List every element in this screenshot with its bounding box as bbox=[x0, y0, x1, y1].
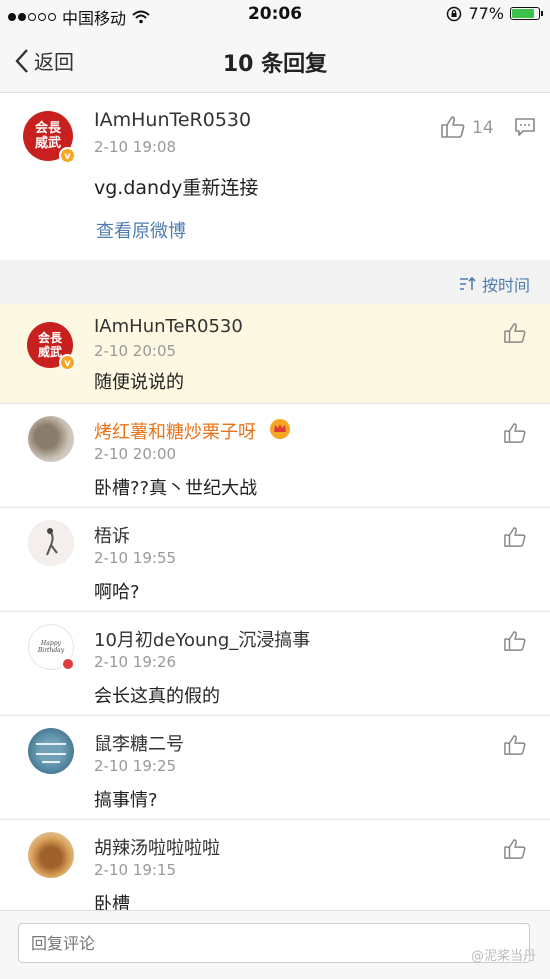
avatar[interactable] bbox=[28, 832, 74, 878]
username[interactable]: 10月初deYoung_沉浸搞事 bbox=[94, 626, 310, 652]
username[interactable]: 胡辣汤啦啦啦啦 bbox=[94, 834, 220, 860]
thumbs-up-icon[interactable] bbox=[440, 115, 466, 139]
timestamp: 2-10 20:00 bbox=[94, 445, 177, 463]
list-item: 会長 威武 v IAmHunTeR0530 2-10 20:05 随便说说的 bbox=[0, 304, 550, 404]
sort-by-time-button[interactable]: 按时间 bbox=[458, 272, 530, 296]
crown-badge-icon bbox=[270, 419, 290, 439]
view-original-link[interactable]: 查看原微博 bbox=[96, 217, 186, 243]
timestamp: 2-10 19:25 bbox=[94, 757, 177, 775]
username[interactable]: 鼠李糖二号 bbox=[94, 730, 184, 756]
thumbs-up-icon[interactable] bbox=[503, 734, 527, 756]
list-item: 胡辣汤啦啦啦啦 2-10 19:15 卧槽 bbox=[0, 820, 550, 910]
thumbs-up-icon[interactable] bbox=[503, 838, 527, 860]
username[interactable]: IAmHunTeR0530 bbox=[94, 109, 251, 131]
timestamp: 2-10 19:55 bbox=[94, 549, 177, 567]
sort-label: 按时间 bbox=[481, 276, 530, 295]
avatar[interactable] bbox=[28, 520, 74, 566]
comment-list: 会長 威武 v IAmHunTeR0530 2-10 20:05 随便说说的 烤红… bbox=[0, 304, 550, 910]
comment-text: 卧槽 bbox=[94, 894, 130, 910]
list-item: 鼠李糖二号 2-10 19:25 搞事情? bbox=[0, 716, 550, 820]
nav-bar: 返回 10 条回复 bbox=[0, 30, 550, 93]
avatar[interactable]: 会長 威武 v bbox=[23, 111, 76, 164]
rotation-lock-icon bbox=[447, 6, 462, 21]
list-item: 烤红薯和糖炒栗子呀 2-10 20:00 卧槽??真丶世纪大战 bbox=[0, 404, 550, 508]
thumbs-up-icon[interactable] bbox=[503, 526, 527, 548]
avatar[interactable] bbox=[28, 416, 74, 462]
battery-icon bbox=[510, 7, 543, 20]
sort-bar: 按时间 bbox=[0, 262, 550, 304]
thumbs-up-icon[interactable] bbox=[503, 322, 527, 344]
member-badge-icon bbox=[61, 657, 75, 671]
timestamp: 2-10 19:26 bbox=[94, 653, 177, 671]
username[interactable]: IAmHunTeR0530 bbox=[94, 316, 243, 337]
avatar[interactable] bbox=[28, 728, 74, 774]
avatar[interactable]: 会長 威武 v bbox=[27, 322, 76, 371]
comment-text: 卧槽??真丶世纪大战 bbox=[94, 478, 258, 499]
list-item: Happy Birthday 10月初deYoung_沉浸搞事 2-10 19:… bbox=[0, 612, 550, 716]
thumbs-up-icon[interactable] bbox=[503, 630, 527, 652]
reply-input[interactable] bbox=[18, 923, 530, 963]
username[interactable]: 烤红薯和糖炒栗子呀 bbox=[94, 418, 256, 444]
status-right: 77% bbox=[446, 4, 543, 23]
battery-percent: 77% bbox=[468, 4, 504, 23]
verified-badge-icon: v bbox=[59, 354, 76, 371]
comment-text: 啊哈? bbox=[94, 582, 140, 603]
watermark: @泥桨当丹 bbox=[470, 949, 536, 964]
verified-badge-icon: v bbox=[59, 147, 76, 164]
timestamp: 2-10 19:08 bbox=[94, 138, 177, 156]
original-comment: 会長 威武 v IAmHunTeR0530 2-10 19:08 vg.dandy… bbox=[0, 93, 550, 260]
username[interactable]: 梧诉 bbox=[94, 522, 130, 548]
comment-text: vg.dandy重新连接 bbox=[94, 177, 259, 199]
avatar[interactable]: Happy Birthday bbox=[28, 624, 75, 671]
sort-icon bbox=[459, 276, 476, 290]
thumbs-up-icon[interactable] bbox=[503, 422, 527, 444]
page-title: 10 条回复 bbox=[222, 52, 328, 77]
like-count: 14 bbox=[472, 118, 494, 138]
reply-bar: @泥桨当丹 bbox=[0, 910, 550, 979]
comment-text: 随便说说的 bbox=[94, 372, 184, 393]
timestamp: 2-10 20:05 bbox=[94, 342, 177, 360]
comment-text: 搞事情? bbox=[94, 790, 158, 811]
comment-text: 会长这真的假的 bbox=[94, 686, 220, 707]
list-item: 梧诉 2-10 19:55 啊哈? bbox=[0, 508, 550, 612]
status-bar: 中国移动 20:06 77% bbox=[0, 0, 550, 30]
comment-icon[interactable] bbox=[514, 117, 536, 137]
timestamp: 2-10 19:15 bbox=[94, 861, 177, 879]
